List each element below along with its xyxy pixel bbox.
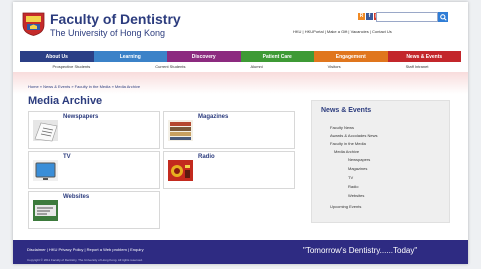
rss-icon[interactable]: R [358, 13, 365, 20]
audience-nav: Prospective Students Current Students Al… [20, 64, 461, 72]
card-magazines[interactable]: Magazines [163, 111, 295, 149]
copyright-text: Copyright © 2011 Faculty of Dentistry, T… [27, 258, 143, 262]
subnav-prospective-students[interactable]: Prospective Students [52, 64, 90, 72]
footer-links[interactable]: Disclaimer | HKU Privacy Policy | Report… [27, 247, 144, 252]
page-title: Media Archive [28, 95, 103, 107]
card-label[interactable]: Newspapers [63, 114, 98, 120]
subnav-alumni[interactable]: Alumni [250, 64, 262, 72]
card-label[interactable]: Radio [198, 154, 215, 160]
sidebar-item-newspapers[interactable]: Newspapers [348, 157, 370, 162]
search-icon [439, 13, 447, 21]
radio-icon [168, 160, 193, 181]
sidebar-item-faculty-in-media[interactable]: Faculty in the Media [330, 141, 366, 146]
sidebar-item-radio[interactable]: Radio [348, 184, 358, 189]
facebook-icon[interactable]: f [366, 13, 373, 20]
card-tv[interactable]: TV [28, 151, 160, 189]
tv-icon [33, 160, 58, 181]
sidebar-heading: News & Events [321, 107, 372, 114]
sidebar-item-websites[interactable]: Websites [348, 193, 364, 198]
card-newspapers[interactable]: Newspapers [28, 111, 160, 149]
subnav-visitors[interactable]: Visitors [328, 64, 341, 72]
top-links[interactable]: HKU | HKUPortal | Make a Gift | Vacancie… [293, 29, 392, 34]
magazine-icon [168, 120, 193, 141]
main-nav: About Us Learning Discovery Patient Care… [20, 51, 461, 62]
search-button[interactable] [438, 12, 448, 22]
search-input[interactable] [376, 12, 438, 22]
site-title[interactable]: Faculty of Dentistry [50, 12, 181, 27]
newspaper-icon [33, 120, 58, 142]
nav-engagement[interactable]: Engagement [314, 51, 388, 62]
content-header-band [13, 72, 468, 94]
sidebar-item-media-archive[interactable]: Media Archive [334, 149, 359, 154]
browser-page: Faculty of Dentistry The University of H… [13, 2, 468, 264]
site-header: Faculty of Dentistry The University of H… [13, 2, 468, 44]
card-radio[interactable]: Radio [163, 151, 295, 189]
nav-news-events[interactable]: News & Events [387, 51, 461, 62]
website-icon [33, 200, 58, 221]
card-label[interactable]: TV [63, 154, 71, 160]
card-label[interactable]: Websites [63, 194, 89, 200]
sidebar-item-tv[interactable]: TV [348, 175, 353, 180]
card-label[interactable]: Magazines [198, 114, 228, 120]
footer-tagline: "Tomorrow's Dentistry......Today" [303, 246, 418, 255]
card-websites[interactable]: Websites [28, 191, 160, 229]
breadcrumb[interactable]: Home » News & Events » Faculty in the Me… [28, 84, 140, 89]
university-crest-icon[interactable] [22, 12, 45, 36]
nav-learning[interactable]: Learning [93, 51, 167, 62]
subnav-staff-intranet[interactable]: Staff Intranet [406, 64, 429, 72]
news-events-sidebar: News & Events Faculty News Awards & Acco… [311, 100, 450, 223]
nav-about-us[interactable]: About Us [20, 51, 94, 62]
sidebar-item-magazines[interactable]: Magazines [348, 166, 367, 171]
sidebar-item-faculty-news[interactable]: Faculty News [330, 125, 354, 130]
subnav-current-students[interactable]: Current Students [155, 64, 185, 72]
sidebar-item-awards[interactable]: Awards & Accolades News [330, 133, 378, 138]
nav-discovery[interactable]: Discovery [167, 51, 241, 62]
nav-patient-care[interactable]: Patient Care [240, 51, 314, 62]
site-subtitle: The University of Hong Kong [50, 28, 166, 38]
sidebar-item-upcoming-events[interactable]: Upcoming Events [330, 204, 361, 209]
site-footer: Disclaimer | HKU Privacy Policy | Report… [13, 240, 468, 264]
